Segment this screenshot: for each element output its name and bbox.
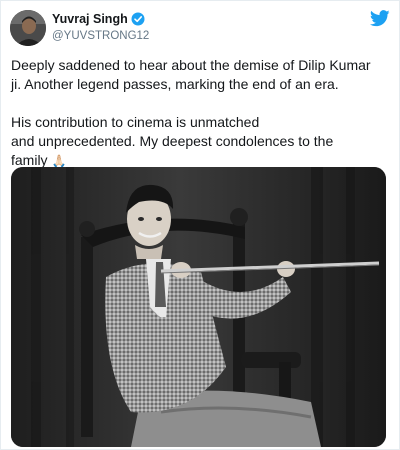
tweet-header: Yuvraj Singh @YUVSTRONG12 <box>10 8 390 48</box>
twitter-bird-icon[interactable] <box>369 10 390 27</box>
folded-hands-emoji-icon: 🙏🏻 <box>51 154 67 168</box>
tweet-photo[interactable] <box>11 167 386 447</box>
text-line: ji. Another legend passes, marking the e… <box>11 76 339 92</box>
text-line: His contribution to cinema is unmatched <box>11 114 260 130</box>
paragraph-1: Deeply saddened to hear about the demise… <box>11 56 391 94</box>
text-line-end: family <box>11 152 48 168</box>
verified-badge-icon <box>131 12 145 26</box>
text-line: and unprecedented. My deepest condolence… <box>11 133 334 149</box>
avatar[interactable] <box>10 10 46 46</box>
text-line: Deeply saddened to hear about the demise… <box>11 57 371 73</box>
author-names: Yuvraj Singh @YUVSTRONG12 <box>52 10 149 43</box>
paragraph-2: His contribution to cinema is unmatched … <box>11 113 391 171</box>
display-name[interactable]: Yuvraj Singh <box>52 12 128 26</box>
display-name-row: Yuvraj Singh <box>52 10 149 27</box>
tweet-card[interactable]: Yuvraj Singh @YUVSTRONG12 Deeply saddene… <box>0 0 400 450</box>
tweet-text: Deeply saddened to hear about the demise… <box>11 56 391 171</box>
user-handle[interactable]: @YUVSTRONG12 <box>52 30 149 42</box>
